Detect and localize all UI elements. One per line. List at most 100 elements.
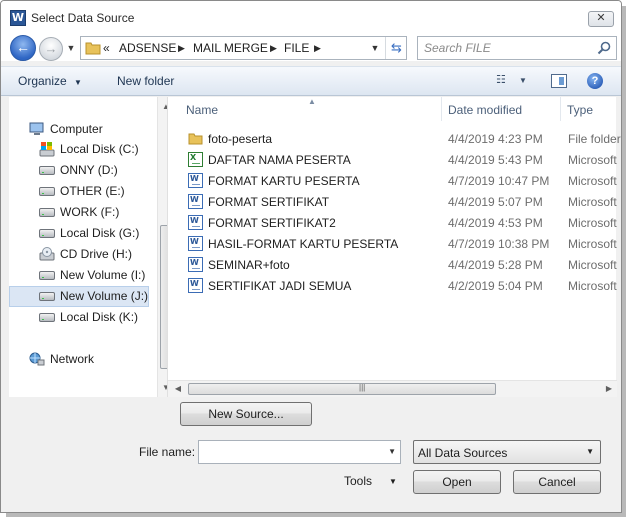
search-box[interactable]: Search FILE [417, 36, 617, 60]
hard-drive-icon [39, 271, 55, 280]
help-icon: ? [591, 75, 599, 87]
address-history-dropdown[interactable]: ▼ [365, 37, 385, 59]
sidebar-item-drive-f[interactable]: WORK (F:) [9, 202, 149, 223]
help-button[interactable]: ? [587, 73, 603, 89]
excel-file-icon [188, 152, 203, 167]
chevron-down-icon[interactable]: ▼ [388, 447, 396, 456]
word-app-icon: W [10, 10, 26, 26]
file-date: 4/2/2019 5:04 PM [448, 279, 543, 293]
sidebar-item-drive-i[interactable]: New Volume (I:) [9, 265, 149, 286]
file-row[interactable]: SERTIFIKAT JADI SEMUA 4/2/2019 5:04 PM M… [178, 275, 618, 296]
sidebar-item-drive-j[interactable]: New Volume (J:) [9, 286, 149, 307]
file-type: Microsoft [568, 174, 617, 188]
refresh-button[interactable]: ⇆ [385, 37, 407, 59]
new-folder-button[interactable]: New folder [117, 74, 174, 88]
open-button[interactable]: Open [413, 470, 501, 494]
file-row[interactable]: FORMAT SERTIFIKAT2 4/4/2019 4:53 PM Micr… [178, 212, 618, 233]
sidebar-item-drive-g[interactable]: Local Disk (G:) [9, 223, 149, 244]
sidebar-item-label: New Volume (I:) [60, 268, 146, 282]
file-row[interactable]: foto-peserta 4/4/2019 4:23 PM File folde… [178, 128, 621, 149]
tools-menu-button[interactable]: Tools [344, 474, 372, 488]
sidebar-item-drive-d[interactable]: ONNY (D:) [9, 160, 149, 181]
chevron-down-icon: ▼ [66, 43, 76, 53]
organize-button[interactable]: Organize ▼ [18, 74, 82, 88]
file-row[interactable]: FORMAT KARTU PESERTA 4/7/2019 10:47 PM M… [178, 170, 618, 191]
file-type-select[interactable]: All Data Sources ▼ [413, 440, 601, 464]
back-button[interactable]: ← [10, 35, 36, 61]
navigation-bar: ← → ▼ « ADSENSE ▶ MAIL MERGE ▶ FILE ▶ ▼ … [1, 35, 621, 61]
file-row[interactable]: FORMAT SERTIFIKAT 4/4/2019 5:07 PM Micro… [178, 191, 618, 212]
hard-drive-icon [39, 313, 55, 322]
sidebar-item-label: Local Disk (C:) [60, 142, 139, 156]
search-icon[interactable] [597, 41, 611, 55]
sort-ascending-icon: ▲ [308, 97, 316, 106]
change-view-button[interactable]: ☷ ▼ [496, 73, 536, 89]
scrollbar-thumb[interactable]: ||| [188, 383, 496, 395]
hard-drive-icon [39, 229, 55, 238]
sidebar-item-network[interactable]: Network [9, 349, 149, 370]
file-type: Microsoft [568, 279, 617, 293]
breadcrumb-separator-icon[interactable]: ▶ [270, 43, 277, 54]
file-row[interactable]: HASIL-FORMAT KARTU PESERTA 4/7/2019 10:3… [178, 233, 618, 254]
sidebar-item-label: ONNY (D:) [60, 163, 118, 177]
word-file-icon [188, 194, 203, 209]
file-date: 4/4/2019 5:07 PM [448, 195, 543, 209]
file-row[interactable]: SEMINAR+foto 4/4/2019 5:28 PM Microsoft [178, 254, 618, 275]
file-name: HASIL-FORMAT KARTU PESERTA [208, 237, 399, 251]
new-source-button[interactable]: New Source... [180, 402, 312, 426]
breadcrumb-mail-merge[interactable]: MAIL MERGE [193, 41, 268, 55]
forward-button[interactable]: → [39, 37, 63, 61]
breadcrumb-adsense[interactable]: ADSENSE [119, 41, 176, 55]
file-type: Microsoft [568, 195, 617, 209]
file-type: Microsoft [568, 216, 617, 230]
chevron-down-icon: ▼ [518, 76, 527, 85]
sidebar-item-computer[interactable]: Computer [9, 119, 149, 140]
recent-locations-dropdown[interactable]: ▼ [65, 41, 77, 55]
breadcrumb-separator-icon[interactable]: ▶ [314, 43, 321, 54]
address-bar[interactable]: « ADSENSE ▶ MAIL MERGE ▶ FILE ▶ ▼ ⇆ [80, 36, 407, 60]
file-date: 4/7/2019 10:38 PM [448, 237, 550, 251]
preview-pane-button[interactable] [551, 74, 567, 88]
hard-drive-icon [39, 187, 55, 196]
sidebar-item-drive-h[interactable]: CD Drive (H:) [9, 244, 149, 265]
file-name: SERTIFIKAT JADI SEMUA [208, 279, 352, 293]
sidebar-item-label: WORK (F:) [60, 205, 120, 219]
column-header-date[interactable]: Date modified [442, 97, 562, 121]
folder-icon [188, 133, 203, 145]
file-name-combobox[interactable]: ▼ [198, 440, 401, 464]
scroll-left-icon[interactable]: ◀ [170, 381, 186, 397]
column-header-name[interactable]: Name ▲ [168, 97, 442, 121]
chevron-down-icon[interactable]: ▼ [389, 477, 397, 486]
file-name: FORMAT KARTU PESERTA [208, 174, 360, 188]
breadcrumb-separator-icon[interactable]: ▶ [178, 43, 185, 54]
title-bar: W Select Data Source ✕ [1, 1, 621, 35]
breadcrumb-overflow[interactable]: « [103, 41, 110, 55]
file-type: Microsoft [568, 237, 617, 251]
file-name-field[interactable] [201, 443, 379, 461]
file-list-pane: Name ▲ Date modified Type foto-peserta 4… [167, 97, 621, 397]
navigation-pane: Computer Local Disk (C:) ONNY (D:) OTHER… [9, 97, 174, 397]
close-icon: ✕ [596, 12, 606, 24]
column-header-label: Name [186, 103, 219, 117]
sidebar-item-label: Local Disk (K:) [60, 310, 139, 324]
breadcrumb-file[interactable]: FILE [284, 41, 309, 55]
file-date: 4/4/2019 5:28 PM [448, 258, 543, 272]
refresh-icon: ⇆ [391, 40, 402, 55]
search-input[interactable]: Search FILE [424, 41, 491, 55]
close-button[interactable]: ✕ [588, 11, 614, 27]
file-row[interactable]: DAFTAR NAMA PESERTA 4/4/2019 5:43 PM Mic… [178, 149, 618, 170]
cd-drive-icon [39, 247, 55, 261]
sidebar-item-label: Local Disk (G:) [60, 226, 140, 240]
sidebar-item-drive-c[interactable]: Local Disk (C:) [9, 139, 149, 160]
column-header-type[interactable]: Type [561, 97, 617, 121]
folder-icon [85, 42, 101, 55]
hard-drive-icon [39, 208, 55, 217]
file-list-horizontal-scrollbar[interactable]: ◀ ||| ▶ [168, 380, 617, 397]
cancel-button[interactable]: Cancel [513, 470, 601, 494]
file-type-value: All Data Sources [418, 446, 508, 460]
sidebar-item-drive-k[interactable]: Local Disk (K:) [9, 307, 149, 328]
word-file-icon [188, 278, 203, 293]
sidebar-item-drive-e[interactable]: OTHER (E:) [9, 181, 149, 202]
word-file-icon [188, 215, 203, 230]
scroll-right-icon[interactable]: ▶ [601, 381, 617, 397]
